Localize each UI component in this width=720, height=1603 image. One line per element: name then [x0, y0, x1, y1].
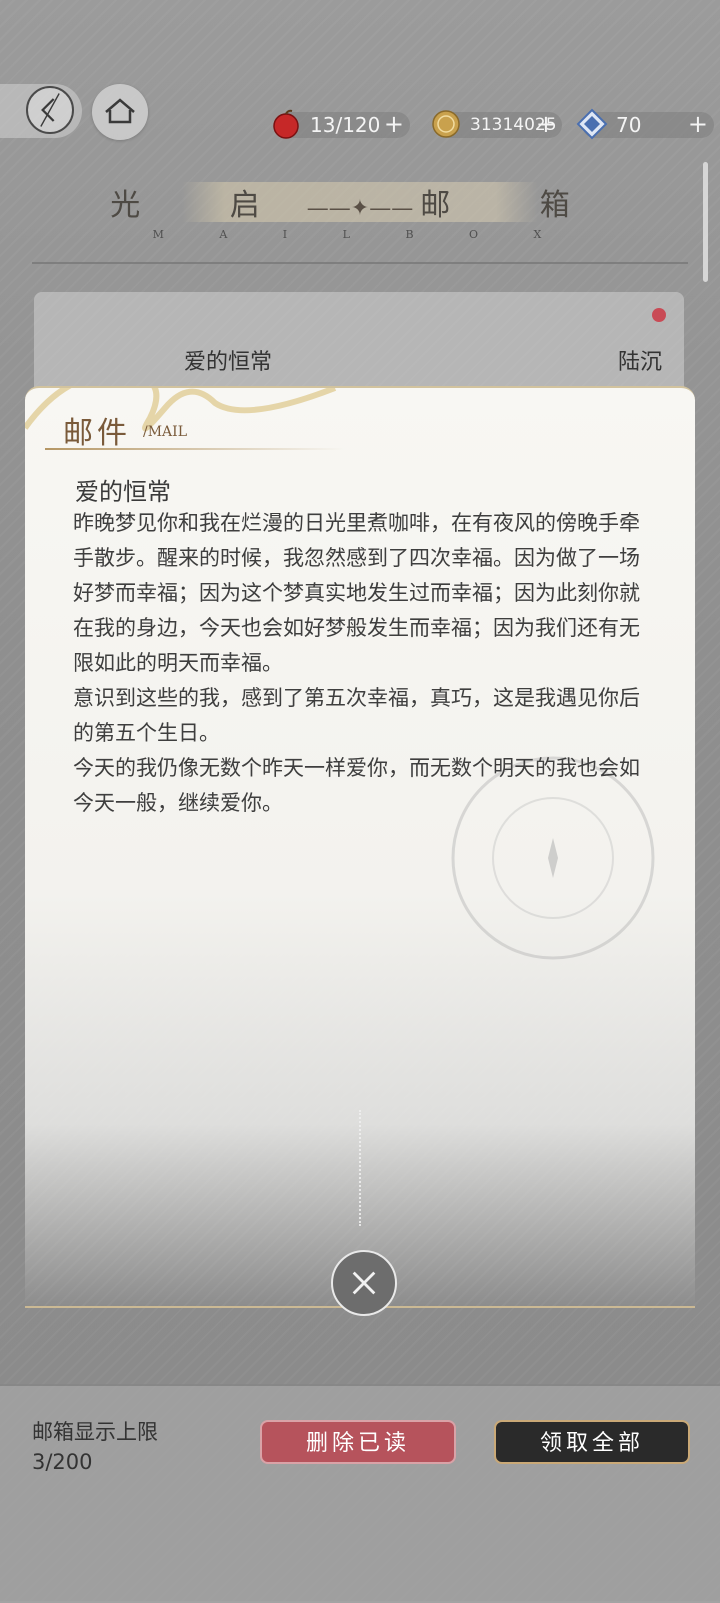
add-gold-icon[interactable]: + — [536, 111, 556, 137]
gold-coin-icon — [432, 110, 460, 138]
crystal-icon — [576, 108, 608, 140]
home-button[interactable] — [92, 84, 148, 140]
crystal-value: 70 — [616, 113, 642, 137]
page-subtitle: M A I L B O X — [152, 228, 568, 241]
mail-paragraph: 意识到这些的我，感到了第五次幸福，真巧，这是我遇见你后的第五个生日。 — [73, 686, 640, 745]
title-right: 邮 箱 — [420, 188, 610, 223]
home-icon — [105, 98, 135, 124]
mail-body: 昨晚梦见你和我在烂漫的日光里煮咖啡，在有夜风的傍晚手牵手散步。醒来的时候，我忽然… — [73, 506, 653, 821]
close-connector-line — [359, 1110, 361, 1226]
stamina-value: 13/120 — [310, 113, 381, 137]
unread-dot — [652, 308, 666, 322]
currency-crystal[interactable]: 70 + — [576, 108, 714, 140]
back-button[interactable] — [0, 84, 82, 138]
back-icon — [26, 86, 74, 134]
page-title: 光 启 ——✦—— 邮 箱 — [110, 188, 610, 223]
mail-paragraph: 今天的我仍像无数个昨天一样爱你，而无数个明天的我也会如今天一般，继续爱你。 — [73, 756, 640, 815]
apple-icon — [273, 109, 299, 139]
delete-read-button[interactable]: 删除已读 — [260, 1420, 456, 1464]
title-divider — [32, 262, 688, 264]
mailbox-limit-value: 3/200 — [32, 1450, 93, 1474]
add-crystal-icon[interactable]: + — [688, 111, 708, 137]
mailbox-limit-label: 邮箱显示上限 — [32, 1420, 158, 1444]
mail-title: 爱的恒常 — [75, 478, 171, 506]
mail-header-divider — [45, 448, 345, 450]
mail-header-sub: /MAIL — [143, 424, 187, 440]
mail-paragraph: 昨晚梦见你和我在烂漫的日光里煮咖啡，在有夜风的傍晚手牵手散步。醒来的时候，我忽然… — [73, 511, 640, 675]
mail-item-sender: 陆沉 — [617, 350, 662, 375]
title-left: 光 启 — [110, 188, 300, 223]
bottom-bar: 邮箱显示上限 3/200 删除已读 领取全部 — [0, 1384, 720, 1603]
page-header: 光 启 ——✦—— 邮 箱 M A I L B O X — [0, 170, 720, 264]
close-button[interactable] — [331, 1250, 397, 1316]
add-stamina-icon[interactable]: + — [384, 111, 404, 137]
mail-header-label: 邮件 — [63, 416, 131, 451]
currency-gold[interactable]: 31314025 + — [432, 110, 562, 138]
close-icon — [352, 1271, 376, 1295]
claim-all-button[interactable]: 领取全部 — [494, 1420, 690, 1464]
currency-stamina[interactable]: 13/120 + — [273, 109, 410, 139]
mail-item-title: 爱的恒常 — [184, 350, 273, 375]
